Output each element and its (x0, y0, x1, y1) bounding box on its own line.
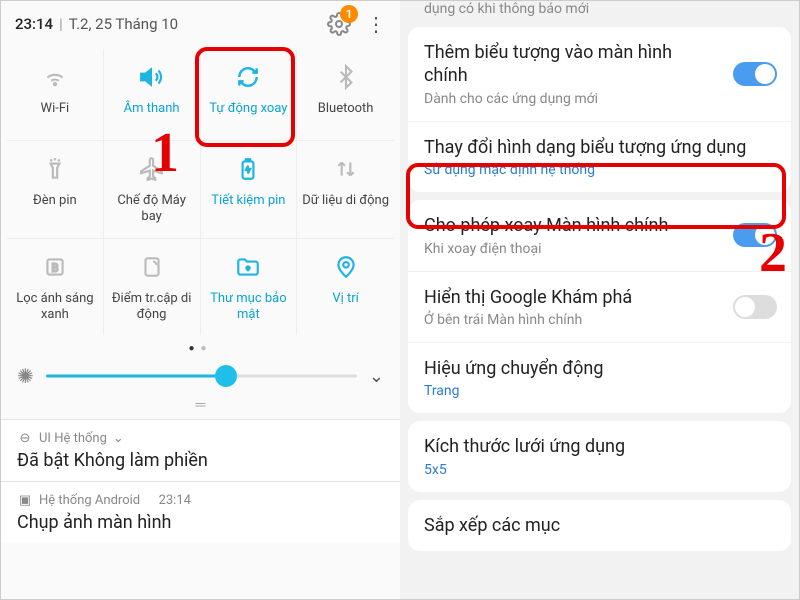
setting-google-discover[interactable]: Hiển thị Google Khám phá Ở bên trái Màn … (408, 272, 791, 343)
secure-folder-icon (234, 253, 262, 281)
page-indicator: ●● (1, 335, 400, 358)
setting-icon-shape[interactable]: Thay đổi hình dạng biểu tượng ứng dụng S… (408, 122, 791, 192)
chevron-down-icon: ⌄ (113, 431, 124, 446)
setting-sort-items[interactable]: Sắp xếp các mục (408, 500, 791, 551)
settings-badge: 1 (340, 5, 358, 23)
qs-location[interactable]: Vị trí (297, 239, 394, 336)
brightness-icon: ✺ (17, 364, 34, 388)
setting-grid-size[interactable]: Kích thước lưới ứng dụng 5x5 (408, 421, 791, 491)
bluelight-icon: B (41, 253, 69, 281)
qs-airplane[interactable]: Chế độ Máy bay (104, 141, 201, 239)
sound-icon (138, 63, 166, 91)
chevron-down-icon[interactable]: ⌄ (369, 366, 384, 387)
setting-transition-effect[interactable]: Hiệu ứng chuyển động Trang (408, 343, 791, 413)
drag-handle[interactable]: ═ (1, 396, 400, 419)
setting-add-icon-home[interactable]: Thêm biểu tượng vào màn hình chính Dành … (408, 27, 791, 122)
qs-sound[interactable]: Âm thanh (104, 49, 201, 141)
qs-flashlight[interactable]: Đèn pin (7, 141, 104, 239)
hotspot-icon (138, 253, 166, 281)
qs-hotspot[interactable]: Điểm tr.cập di động (104, 239, 201, 336)
brightness-row: ✺ ⌄ (1, 358, 400, 396)
date-label: T.2, 25 Tháng 10 (69, 15, 178, 33)
image-icon: ▣ (17, 492, 33, 508)
toggle-switch[interactable] (733, 62, 777, 86)
wifi-icon (41, 63, 69, 91)
qs-mobile-data[interactable]: Dữ liệu di động (297, 141, 394, 239)
bluetooth-icon (332, 63, 360, 91)
cutoff-text: dụng có khi thông báo mới (408, 1, 791, 19)
toggle-switch[interactable] (733, 223, 777, 247)
brightness-slider[interactable] (46, 366, 357, 386)
settings-gear-icon[interactable]: 1 (326, 11, 352, 37)
overflow-menu-icon[interactable]: ⋮ (366, 14, 386, 34)
qs-wifi[interactable]: Wi-Fi (7, 49, 104, 141)
dnd-icon: ⊖ (17, 430, 33, 446)
qs-battery-saver[interactable]: Tiết kiệm pin (201, 141, 298, 239)
qs-bluetooth[interactable]: Bluetooth (297, 49, 394, 141)
toggle-switch[interactable] (733, 295, 777, 319)
qs-auto-rotate[interactable]: Tự động xoay (201, 49, 298, 141)
svg-text:B: B (52, 261, 59, 274)
flashlight-icon (41, 155, 69, 183)
rotate-icon (234, 63, 262, 91)
notification-screenshot[interactable]: ▣Hệ thống Android 23:14 Chụp ảnh màn hìn… (1, 481, 400, 543)
notification-dnd[interactable]: ⊖UI Hệ thống ⌄ Đã bật Không làm phiền (1, 419, 400, 481)
setting-allow-rotate-home[interactable]: Cho phép xoay Màn hình chính Khi xoay đi… (408, 200, 791, 271)
qs-blue-light[interactable]: B Lọc ánh sáng xanh (7, 239, 104, 336)
airplane-icon (138, 155, 166, 183)
location-icon (332, 253, 360, 281)
quick-settings-grid: Wi-Fi Âm thanh Tự động xoay Bluetooth Đè… (7, 49, 394, 335)
clock-time: 23:14 (15, 15, 53, 33)
status-bar: 23:14 | T.2, 25 Tháng 10 1 ⋮ (1, 1, 400, 43)
data-icon (332, 155, 360, 183)
qs-secure-folder[interactable]: Thư mục bảo mật (201, 239, 298, 336)
battery-icon (234, 155, 262, 183)
